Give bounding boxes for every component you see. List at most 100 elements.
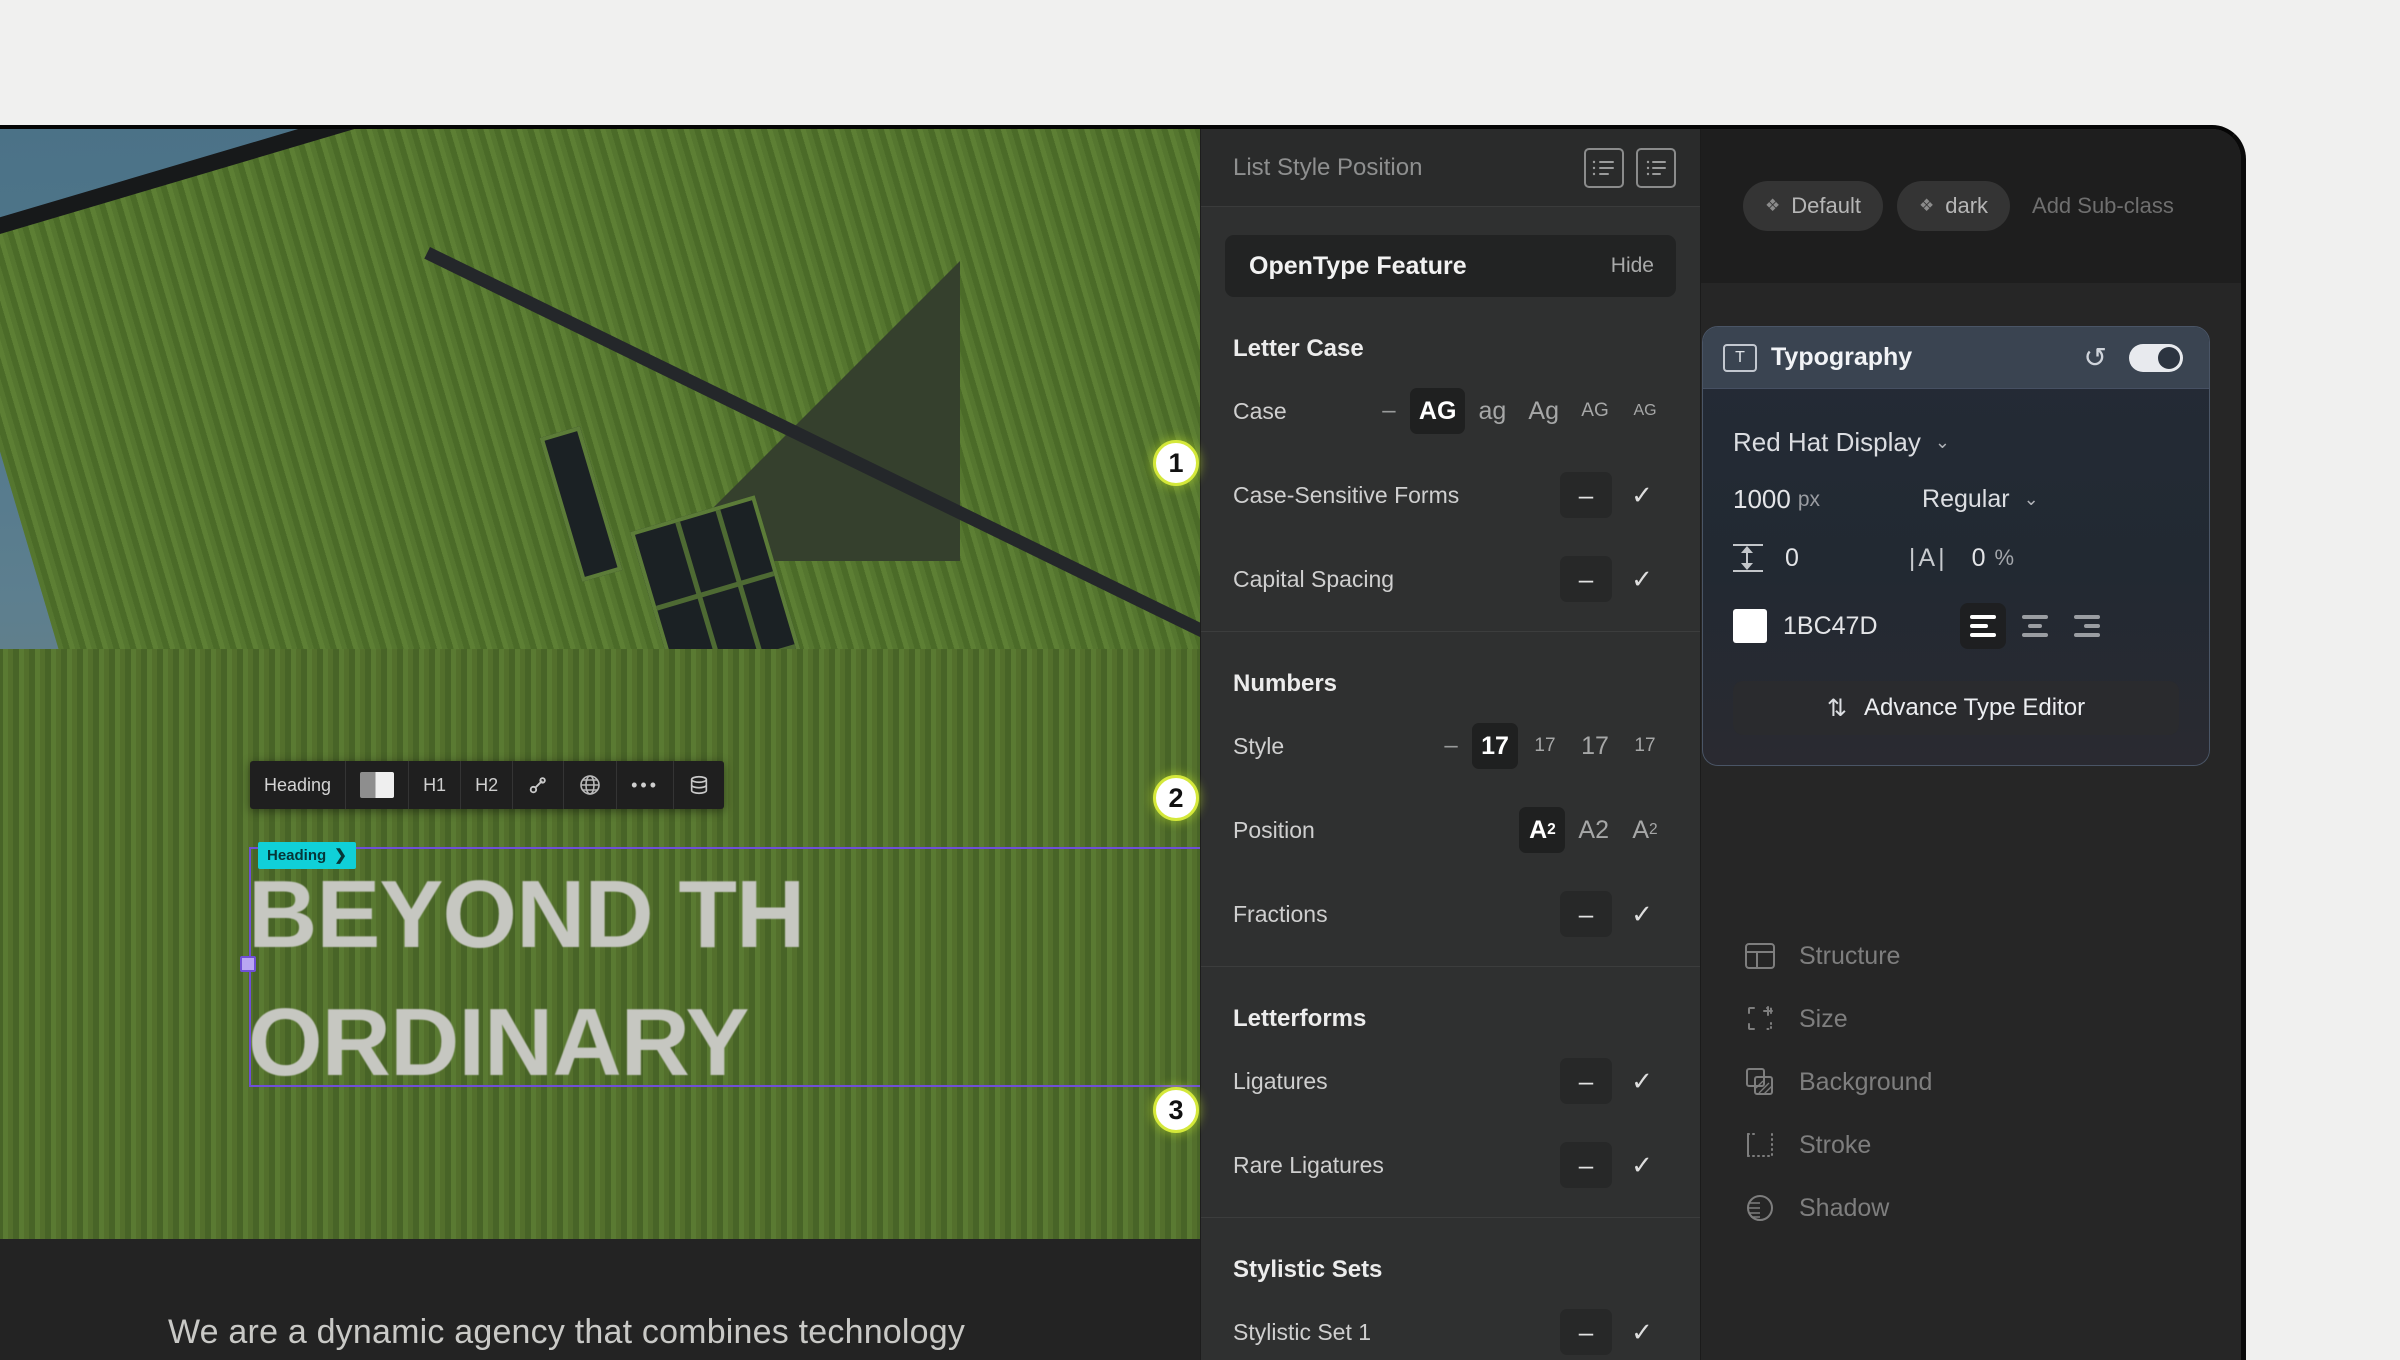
row-number-position: Position A2 A2 A2	[1201, 788, 1700, 872]
row-label: Rare Ligatures	[1233, 1151, 1384, 1178]
letter-spacing-input[interactable]: 0	[1972, 544, 1986, 573]
add-subclass-button[interactable]: Add Sub-class	[2024, 193, 2174, 219]
stylistic-set-1-off[interactable]: –	[1560, 1309, 1612, 1355]
panel-item-structure[interactable]: Structure	[1743, 939, 1900, 973]
hero-body-text[interactable]: We are a dynamic agency that combines te…	[168, 1304, 1128, 1360]
row-rare-ligatures: Rare Ligatures – ✓	[1201, 1123, 1700, 1207]
opentype-feature-banner[interactable]: OpenType Feature Hide	[1225, 235, 1676, 297]
number-style-oldstyle[interactable]: 17	[1522, 723, 1568, 769]
case-sensitive-forms-on[interactable]: ✓	[1616, 480, 1668, 511]
line-height-icon	[1733, 543, 1763, 573]
size-icon	[1743, 1002, 1777, 1036]
font-family-select[interactable]: Red Hat Display ⌄	[1733, 415, 2179, 484]
chevron-right-icon: ❯	[334, 847, 347, 864]
position-normal[interactable]: A2	[1569, 807, 1618, 853]
case-sensitive-forms-off[interactable]: –	[1560, 472, 1612, 518]
class-chip-dark[interactable]: ❖ dark	[1896, 181, 2011, 231]
hide-button[interactable]: Hide	[1611, 254, 1654, 278]
align-right-button[interactable]	[2064, 603, 2110, 649]
undo-icon[interactable]: ↺	[2084, 341, 2107, 374]
toolbar-h2-button[interactable]: H2	[461, 761, 514, 809]
design-canvas[interactable]: BEYOND TH ORDINARY Heading ❯ Heading H1 …	[0, 129, 1200, 1360]
database-icon[interactable]	[674, 761, 724, 809]
toolbar-h1-button[interactable]: H1	[409, 761, 462, 809]
background-icon	[1743, 1065, 1777, 1099]
globe-icon[interactable]	[564, 761, 618, 809]
case-option-capitalize[interactable]: Ag	[1519, 388, 1568, 434]
number-style-tabular[interactable]: 17	[1572, 723, 1618, 769]
panel-item-background[interactable]: Background	[1743, 1065, 1932, 1099]
capital-spacing-off[interactable]: –	[1560, 556, 1612, 602]
toolbar-more-button[interactable]: •••	[617, 761, 674, 809]
font-family-value: Red Hat Display	[1733, 427, 1921, 457]
row-fractions: Fractions – ✓	[1201, 872, 1700, 956]
selection-outline	[249, 847, 1200, 1087]
selection-tag-label: Heading	[267, 846, 327, 864]
row-stylistic-set-1: Stylistic Set 1 – ✓	[1201, 1290, 1700, 1360]
align-left-button[interactable]	[1959, 603, 2006, 649]
chevron-down-icon: ⌄	[2023, 489, 2039, 509]
advance-type-editor-button[interactable]: ⇅ Advance Type Editor	[1733, 681, 2179, 735]
row-label: Case-Sensitive Forms	[1233, 481, 1460, 508]
fractions-off[interactable]: –	[1560, 891, 1612, 937]
rare-ligatures-off[interactable]: –	[1560, 1142, 1612, 1188]
section-title: Numbers	[1233, 670, 1338, 697]
advance-type-editor-label: Advance Type Editor	[1864, 694, 2086, 721]
link-icon[interactable]	[513, 761, 565, 809]
panel-item-label: Shadow	[1799, 1193, 1890, 1222]
line-height-input[interactable]: 0	[1785, 544, 1799, 573]
font-size-input[interactable]: 1000	[1733, 484, 1791, 515]
number-style-lining[interactable]: 17	[1472, 723, 1518, 769]
rare-ligatures-on[interactable]: ✓	[1616, 1150, 1668, 1181]
section-title: Stylistic Sets	[1233, 1256, 1383, 1283]
font-weight-select[interactable]: Regular ⌄	[1922, 485, 2039, 514]
ligatures-off[interactable]: –	[1560, 1058, 1612, 1104]
element-toolbar[interactable]: Heading H1 H2 •••	[250, 761, 724, 809]
panel-item-shadow[interactable]: Shadow	[1743, 1191, 1889, 1225]
diamonds-icon: ❖	[1765, 196, 1780, 215]
class-chip-default[interactable]: ❖ Default	[1743, 181, 1883, 231]
row-label: Style	[1233, 732, 1285, 759]
selection-tag[interactable]: Heading ❯	[258, 842, 356, 869]
selection-handle[interactable]	[240, 956, 256, 972]
color-hex-value[interactable]: 1BC47D	[1783, 612, 1878, 641]
list-style-outside-icon[interactable]	[1584, 147, 1624, 188]
row-label: Capital Spacing	[1233, 565, 1395, 592]
typography-title: Typography	[1771, 343, 1913, 371]
color-swatch[interactable]	[1733, 609, 1767, 643]
diamonds-icon: ❖	[1918, 196, 1934, 215]
letter-spacing-icon: |A|	[1908, 543, 1948, 572]
case-option-smallcaps[interactable]: AG	[1572, 388, 1618, 434]
case-none-option[interactable]: –	[1372, 397, 1406, 425]
font-weight-value: Regular	[1922, 485, 2010, 513]
structure-icon	[1743, 939, 1777, 973]
row-capital-spacing: Capital Spacing – ✓	[1201, 537, 1700, 621]
align-center-button[interactable]	[2012, 603, 2058, 649]
font-size-unit: px	[1797, 487, 1821, 511]
case-option-allsmallcaps[interactable]: AG	[1622, 388, 1668, 434]
list-style-inside-icon[interactable]	[1636, 147, 1676, 188]
fractions-on[interactable]: ✓	[1616, 899, 1668, 930]
stylistic-set-1-on[interactable]: ✓	[1616, 1317, 1668, 1348]
class-selector-bar: ❖ Default ❖ dark Add Sub-class	[1701, 129, 2241, 284]
panel-item-stroke[interactable]: Stroke	[1743, 1128, 1871, 1162]
number-style-none[interactable]: –	[1434, 732, 1468, 760]
typography-toggle[interactable]	[2129, 343, 2183, 372]
properties-panel: ❖ Default ❖ dark Add Sub-class T Typogra…	[1700, 129, 2241, 1360]
position-subscript[interactable]: A2	[1519, 807, 1566, 853]
app-window: BEYOND TH ORDINARY Heading ❯ Heading H1 …	[0, 125, 2246, 1360]
panel-item-label: Background	[1799, 1067, 1933, 1096]
capital-spacing-on[interactable]: ✓	[1616, 564, 1668, 595]
case-option-uppercase[interactable]: AG	[1409, 388, 1466, 434]
row-case-sensitive-forms: Case-Sensitive Forms – ✓	[1201, 453, 1700, 537]
class-chip-label: dark	[1945, 193, 1989, 218]
ligatures-on[interactable]: ✓	[1616, 1066, 1668, 1097]
panel-item-size[interactable]: Size	[1743, 1002, 1848, 1036]
panel-item-label: Stroke	[1799, 1130, 1872, 1159]
text-box-icon: T	[1723, 343, 1757, 372]
number-style-proportional[interactable]: 17	[1622, 723, 1668, 769]
position-superscript[interactable]: A2	[1622, 807, 1668, 853]
section-title: Letter Case	[1233, 335, 1364, 362]
toolbar-contrast-button[interactable]	[346, 761, 410, 809]
case-option-lowercase[interactable]: ag	[1469, 388, 1515, 434]
